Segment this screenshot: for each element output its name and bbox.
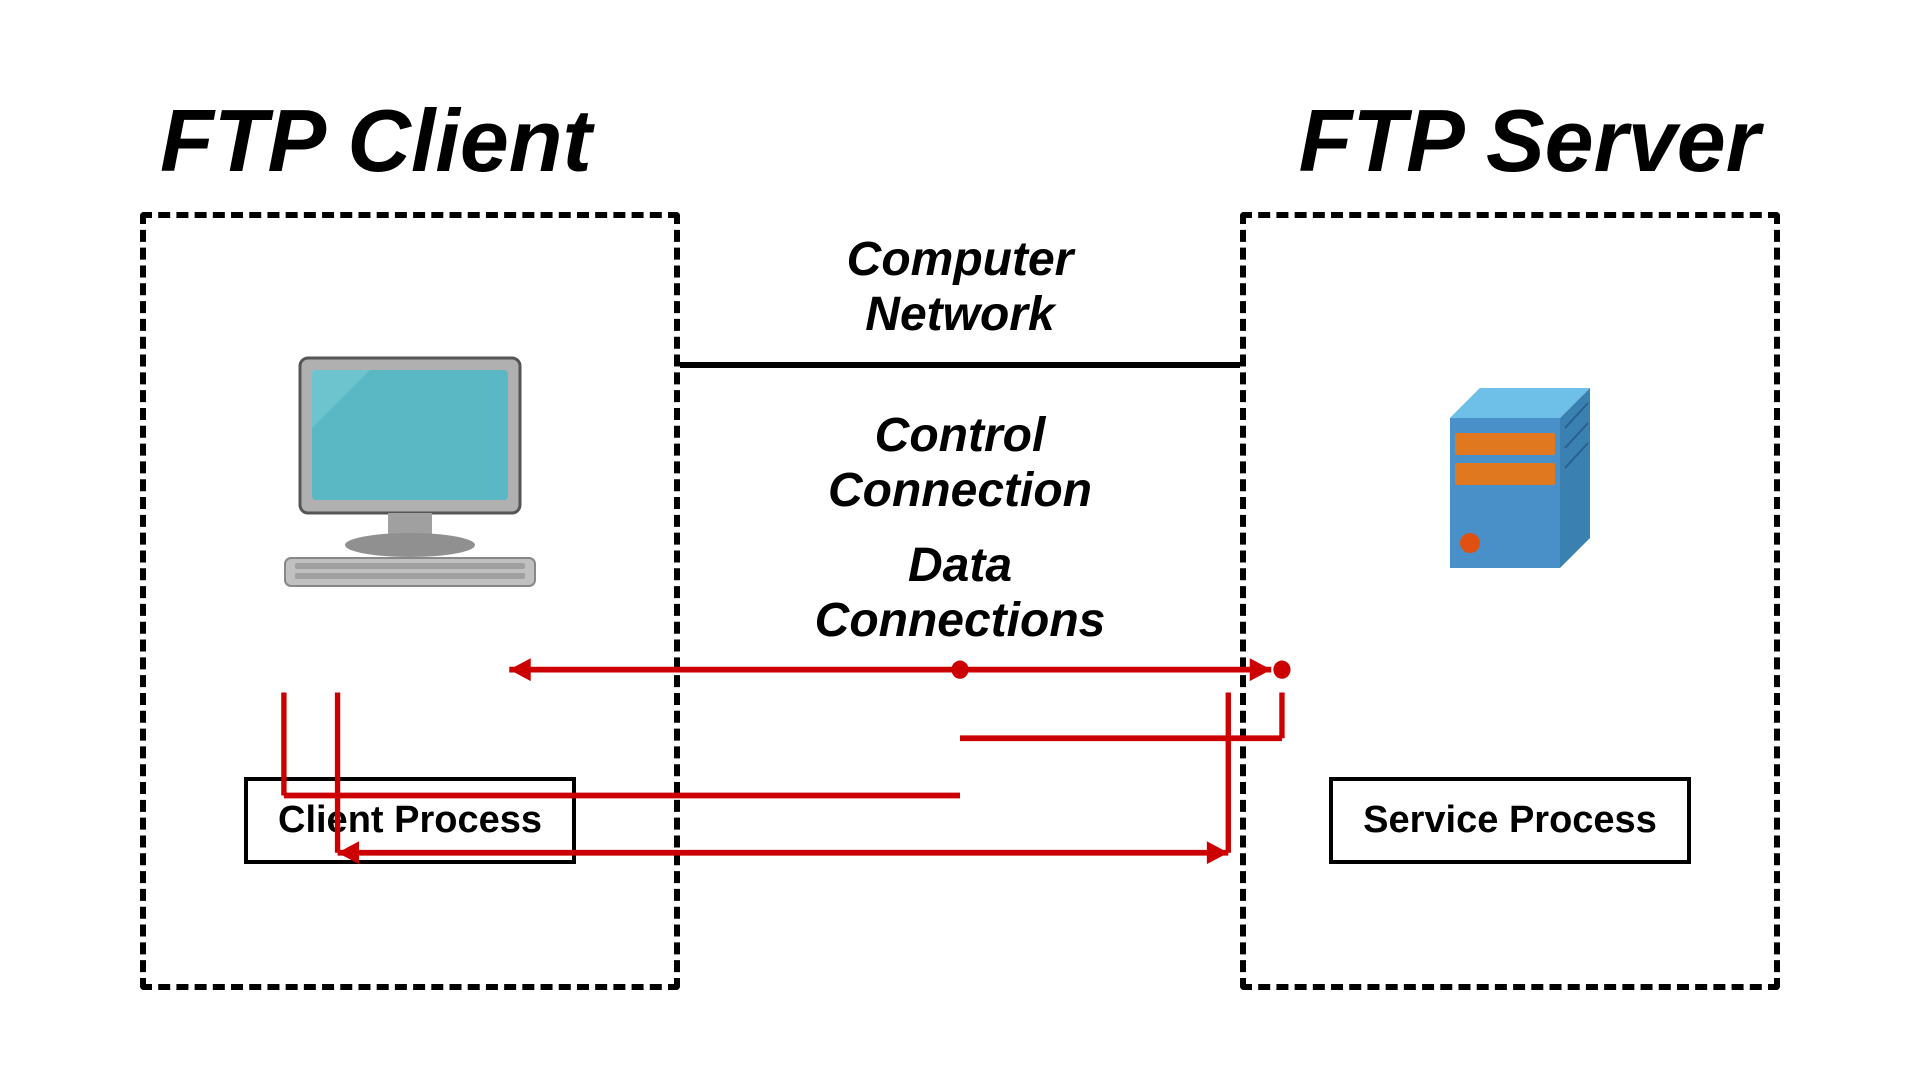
ftp-server-box: Service Process bbox=[1240, 212, 1780, 990]
client-process-box: Client Process bbox=[244, 777, 576, 864]
diagram-container: FTP Client FTP Server bbox=[80, 90, 1840, 990]
ftp-client-box: Client Process bbox=[140, 212, 680, 990]
control-connection-label: ControlConnection bbox=[828, 408, 1092, 518]
network-line bbox=[680, 362, 1240, 368]
diagram-body: Client Process ComputerNetwork ControlCo… bbox=[80, 212, 1840, 990]
data-connections-label: DataConnections bbox=[815, 538, 1106, 648]
server-icon bbox=[1360, 338, 1660, 598]
middle-area: ComputerNetwork ControlConnection DataCo… bbox=[680, 212, 1240, 990]
computer-icon bbox=[260, 338, 560, 598]
top-labels: FTP Client FTP Server bbox=[80, 90, 1840, 192]
ftp-server-title: FTP Server bbox=[1299, 90, 1760, 192]
ftp-client-title: FTP Client bbox=[160, 90, 592, 192]
computer-network-label: ComputerNetwork bbox=[847, 232, 1074, 342]
service-process-box: Service Process bbox=[1329, 777, 1691, 864]
